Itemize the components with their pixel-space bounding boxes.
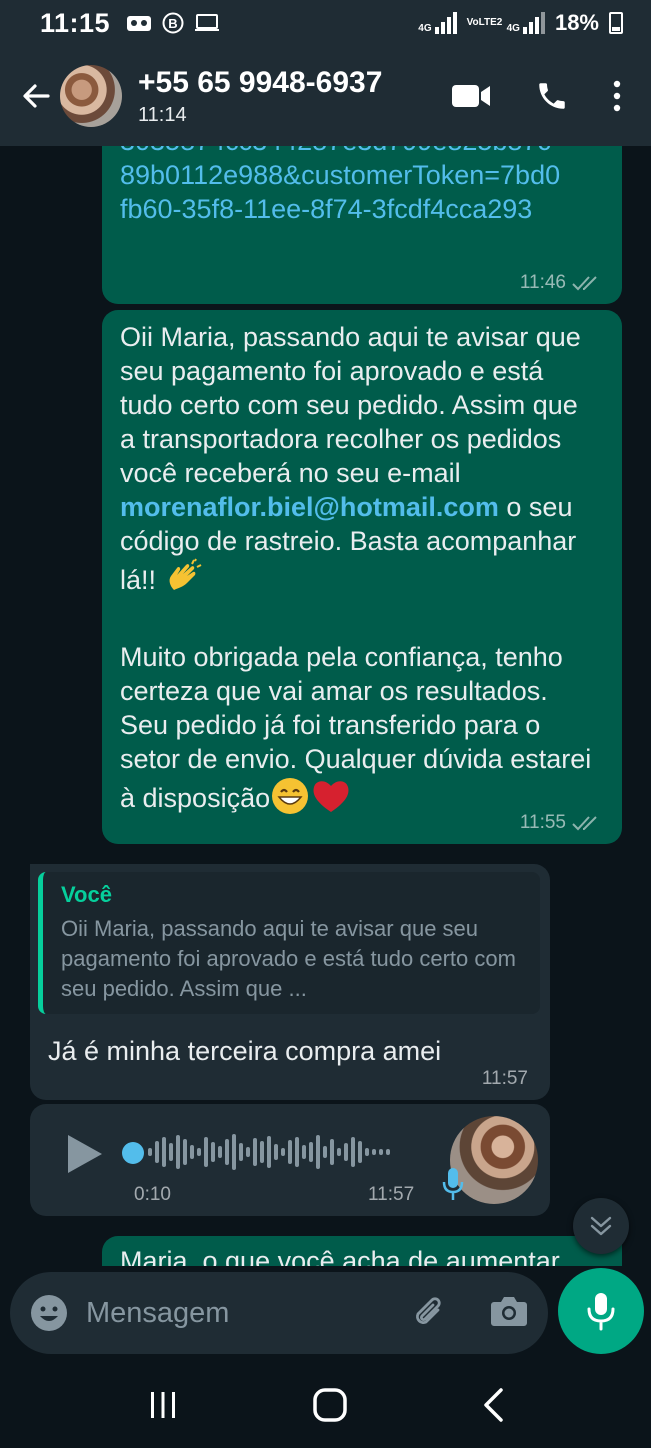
back-button[interactable]: [8, 68, 64, 124]
network-4g-icon: 4G: [418, 12, 457, 34]
emoji-icon[interactable]: [30, 1294, 68, 1332]
status-time: 11:15: [40, 7, 111, 38]
quoted-message[interactable]: Você Oii Maria, passando aqui te avisar …: [38, 872, 540, 1014]
status-right: 4G VoLTE2 4G 18%: [418, 10, 623, 36]
scroll-down-button[interactable]: [573, 1198, 629, 1254]
message-outgoing-link[interactable]: 3035874cc344287e3d799e825b87c89b0112e988…: [102, 146, 622, 304]
arrow-left-icon: [23, 84, 50, 108]
signal-icon: 4G: [507, 12, 545, 34]
voice-record-button[interactable]: [558, 1268, 644, 1354]
quote-text: Oii Maria, passando aqui te avisar que s…: [61, 916, 516, 1001]
email-link[interactable]: morenaflor.biel@hotmail.com: [120, 492, 499, 522]
double-check-icon: [572, 816, 597, 831]
video-call-icon[interactable]: [451, 82, 491, 110]
double-check-icon: [572, 276, 597, 291]
message-body: Já é minha terceira compra amei: [48, 1036, 442, 1066]
camera-icon[interactable]: [490, 1294, 528, 1328]
phone-icon[interactable]: [535, 79, 569, 113]
b-circle-icon: B: [162, 12, 184, 34]
home-icon[interactable]: [312, 1387, 348, 1423]
voicemail-icon: [127, 16, 152, 31]
red-heart-emoji: [310, 776, 352, 824]
recent-apps-icon[interactable]: [147, 1389, 179, 1421]
notification-icons: B: [126, 12, 220, 34]
message-time: 11:57: [481, 1068, 528, 1089]
chat-header: +55 65 9948-6937 11:14: [0, 46, 651, 146]
message-body: Oii Maria, passando aqui te avisar que s…: [120, 320, 598, 824]
message-time: 11:55: [519, 812, 566, 833]
last-seen: 11:14: [138, 103, 187, 126]
cast-icon: [195, 14, 220, 31]
clapping-hands-emoji: [164, 558, 204, 606]
message-incoming-voice[interactable]: 0:10 11:57: [30, 1104, 550, 1216]
message-incoming-reply[interactable]: Você Oii Maria, passando aqui te avisar …: [30, 864, 550, 1100]
message-time: 11:46: [519, 272, 566, 293]
message-meta: 11:46: [520, 272, 600, 294]
input-bar: Mensagem: [0, 1266, 651, 1362]
status-bar: 11:15 B 4G VoLTE2 4G 18%: [0, 0, 651, 46]
message-outgoing-confirmation[interactable]: Oii Maria, passando aqui te avisar que s…: [102, 310, 622, 844]
play-icon[interactable]: [64, 1132, 104, 1176]
battery-percent: 18%: [554, 10, 599, 35]
message-link-text[interactable]: 3035874cc344287e3d799e825b87c89b0112e988…: [120, 146, 565, 226]
quote-author: Você: [61, 882, 112, 907]
contact-name: +55 65 9948-6937: [138, 65, 383, 99]
contact-avatar[interactable]: [60, 65, 122, 127]
microphone-icon: [442, 1168, 464, 1200]
chat-area[interactable]: 3035874cc344287e3d799e825b87c89b0112e988…: [0, 146, 651, 1266]
battery-icon: [609, 12, 623, 34]
voice-waveform[interactable]: [148, 1132, 418, 1172]
message-placeholder: Mensagem: [86, 1296, 230, 1329]
message-time: 11:57: [368, 1184, 415, 1205]
back-nav-icon[interactable]: [481, 1387, 505, 1423]
message-input[interactable]: Mensagem: [10, 1272, 548, 1354]
voice-progress-dot[interactable]: [122, 1142, 144, 1164]
message-meta: 11:57: [482, 1068, 528, 1090]
microphone-icon: [587, 1293, 615, 1331]
system-nav-bar: [0, 1362, 651, 1448]
message-body: Maria, o que você acha de aumentar: [120, 1246, 560, 1266]
more-options-icon[interactable]: [613, 80, 621, 112]
message-outgoing-partial[interactable]: Maria, o que você acha de aumentar: [102, 1236, 622, 1266]
contact-info[interactable]: +55 65 9948-6937 11:14: [138, 66, 382, 127]
grinning-face-emoji: [270, 776, 310, 824]
voice-duration: 0:10: [134, 1184, 171, 1205]
double-chevron-down-icon: [590, 1216, 612, 1236]
svg-text:B: B: [168, 16, 177, 31]
volte-label: VoLTE2: [466, 17, 503, 28]
attach-icon[interactable]: [410, 1292, 450, 1332]
message-meta: 11:55: [520, 812, 600, 834]
